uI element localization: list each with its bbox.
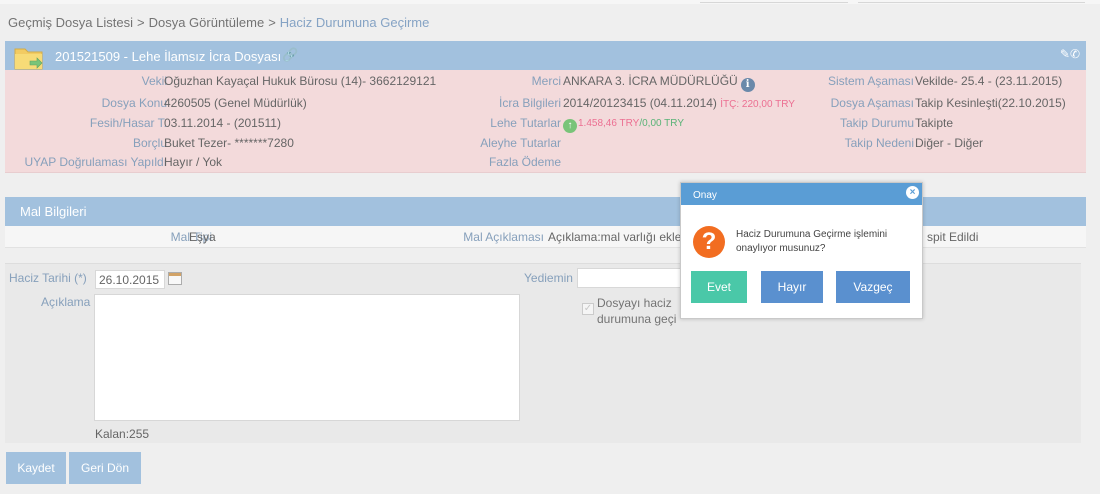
modal-overlay	[0, 0, 1100, 494]
confirm-dialog: Onay × ? Haciz Durumuna Geçirme işlemini…	[680, 182, 923, 319]
dialog-header: Onay ×	[681, 183, 922, 205]
vazgec-button[interactable]: Vazgeç	[836, 271, 910, 303]
dialog-title: Onay	[693, 190, 717, 201]
question-icon: ?	[693, 226, 725, 258]
close-icon[interactable]: ×	[906, 186, 919, 199]
dialog-message: Haciz Durumuna Geçirme işlemini onaylıyo…	[736, 229, 888, 254]
hayir-button[interactable]: Hayır	[761, 271, 823, 303]
evet-button[interactable]: Evet	[691, 271, 747, 303]
